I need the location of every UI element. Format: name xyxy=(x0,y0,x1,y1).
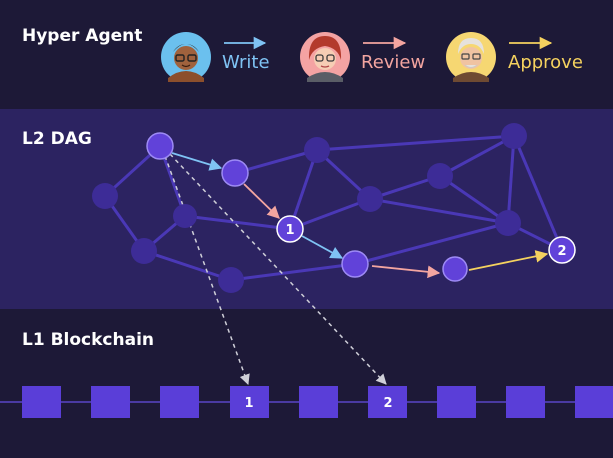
dag-node xyxy=(495,210,521,236)
chain-block-label-2: 2 xyxy=(383,396,392,411)
review-label: Review xyxy=(361,52,426,73)
dag-node xyxy=(173,204,197,228)
write-label: Write xyxy=(222,52,270,73)
developer-avatar-icon xyxy=(161,32,211,82)
chain-block xyxy=(91,386,130,418)
dag-node xyxy=(92,183,118,209)
dag-edges xyxy=(103,134,564,282)
path-review-arrow-1 xyxy=(243,183,280,219)
dag-node xyxy=(131,238,157,264)
approver-avatar-icon xyxy=(446,32,496,82)
dag-path-node xyxy=(221,159,249,187)
dag-node xyxy=(304,137,330,163)
path-write-arrow-2 xyxy=(301,235,344,259)
chain-block xyxy=(160,386,199,418)
chain-blocks xyxy=(22,386,613,418)
checkpoint-label-2: 2 xyxy=(557,244,566,259)
dag-node xyxy=(357,186,383,212)
path-review-arrow-2 xyxy=(371,265,441,279)
path-approve-arrow xyxy=(468,250,549,271)
chain-block xyxy=(575,386,613,418)
dag-path-node xyxy=(341,250,369,278)
chain-block xyxy=(299,386,338,418)
reviewer-avatar-icon xyxy=(300,32,350,82)
approve-label: Approve xyxy=(508,52,583,73)
checkpoint-label-1: 1 xyxy=(285,223,294,238)
chain-block xyxy=(437,386,476,418)
dag-path-node xyxy=(146,132,174,160)
chain-block xyxy=(22,386,61,418)
path-write-arrow-1 xyxy=(171,152,223,171)
dag-node xyxy=(501,123,527,149)
dag-path-node xyxy=(442,256,468,282)
chain-block xyxy=(506,386,545,418)
chain-block-label-1: 1 xyxy=(244,396,253,411)
dag-node xyxy=(427,163,453,189)
dag-node xyxy=(218,267,244,293)
